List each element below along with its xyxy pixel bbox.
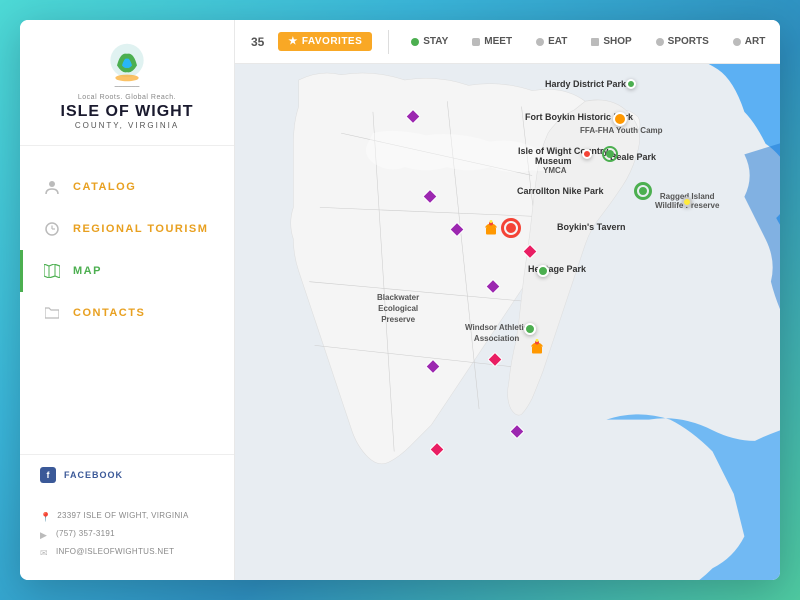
logo-tagline: Local Roots. Global Reach. [78, 94, 176, 101]
eat-label: EAT [548, 36, 567, 47]
sidebar: ────── Local Roots. Global Reach. ISLE O… [20, 20, 235, 580]
person-icon [43, 178, 61, 196]
email-text: INFO@ISLEOFWIGHTUS.NET [56, 547, 174, 557]
pin-cupcake2[interactable] [530, 339, 544, 360]
filter-eat[interactable]: EAT [530, 33, 573, 50]
pin-isle-of-wight[interactable] [602, 146, 618, 162]
pin-heritage[interactable] [537, 265, 549, 277]
address-text: 23397 ISLE OF WIGHT, VIRGINIA [57, 511, 188, 521]
logo-subtitle: COUNTY, VIRGINIA [75, 121, 179, 130]
meet-label: MEET [484, 36, 512, 47]
shop-label: SHOP [603, 36, 631, 47]
art-label: ART [745, 36, 766, 47]
email-item: ✉ INFO@ISLEOFWIGHTUS.NET [40, 547, 214, 559]
eat-dot [536, 38, 544, 46]
pin-diamond2[interactable] [423, 190, 437, 209]
facebook-icon: f [40, 467, 56, 483]
pin-windsor[interactable] [524, 323, 536, 335]
pin-isle-red[interactable] [582, 149, 592, 159]
sports-label: SPORTS [668, 36, 709, 47]
app-container: ────── Local Roots. Global Reach. ISLE O… [20, 20, 780, 580]
map-label: MAP [73, 265, 102, 277]
logo-title: ISLE OF WIGHT [61, 103, 194, 121]
svg-text:──────: ────── [114, 84, 141, 90]
favorites-count: 35 [251, 35, 264, 49]
star-icon: ★ [288, 36, 297, 47]
facebook-item[interactable]: f FACEBOOK [40, 467, 214, 483]
meet-dot [472, 38, 480, 46]
facebook-label: FACEBOOK [64, 470, 123, 480]
sidebar-logo: ────── Local Roots. Global Reach. ISLE O… [20, 20, 234, 146]
pin-cupcake1[interactable] [484, 220, 498, 241]
catalog-label: CATALOG [73, 181, 136, 193]
sidebar-contact: 📍 23397 ISLE OF WIGHT, VIRGINIA ▶ (757) … [20, 503, 234, 580]
email-icon: ✉ [40, 548, 50, 559]
top-bar: 35 ★ FAVORITES STAY MEET EAT SHOP [235, 20, 780, 64]
stay-label: STAY [423, 36, 448, 47]
phone-text: (757) 357-3191 [56, 529, 115, 539]
stay-dot [411, 38, 419, 46]
pin-fort-boykin[interactable] [613, 112, 627, 126]
shop-dot [591, 38, 599, 46]
folder-icon [43, 304, 61, 322]
contacts-label: CONTACTS [73, 307, 145, 319]
pin-diamond6[interactable] [510, 425, 524, 444]
main-content: 35 ★ FAVORITES STAY MEET EAT SHOP [235, 20, 780, 580]
pin-shop3[interactable] [430, 443, 444, 462]
art-dot [733, 38, 741, 46]
favorites-button[interactable]: ★ FAVORITES [278, 32, 372, 51]
filter-sports[interactable]: SPORTS [650, 33, 715, 50]
divider [388, 30, 389, 54]
sidebar-social: f FACEBOOK [20, 454, 234, 503]
filter-meet[interactable]: MEET [466, 33, 518, 50]
pin-shop2[interactable] [488, 353, 502, 372]
pin-diamond3[interactable] [450, 223, 464, 242]
pin-carrollton[interactable] [634, 182, 652, 200]
map-svg [235, 64, 780, 580]
phone-icon: ▶ [40, 530, 50, 541]
sidebar-item-map[interactable]: MAP [20, 250, 234, 292]
map-area[interactable]: Hardy District Park Fort Boykin Historic… [235, 64, 780, 580]
sidebar-item-catalog[interactable]: CATALOG [20, 166, 234, 208]
pin-diamond1[interactable] [406, 110, 420, 129]
filter-stay[interactable]: STAY [405, 33, 454, 50]
clock-icon [43, 220, 61, 238]
phone-item: ▶ (757) 357-3191 [40, 529, 214, 541]
map-icon [43, 262, 61, 280]
filter-shop[interactable]: SHOP [585, 33, 637, 50]
logo-graphic: ────── [102, 40, 152, 90]
location-icon: 📍 [40, 512, 51, 523]
favorites-label: FAVORITES [302, 36, 362, 47]
sidebar-item-regional-tourism[interactable]: REGIONAL TOURISM [20, 208, 234, 250]
sidebar-nav: CATALOG REGIONAL TOURISM MAP [20, 146, 234, 454]
pin-hardy[interactable] [626, 79, 636, 89]
address-item: 📍 23397 ISLE OF WIGHT, VIRGINIA [40, 511, 214, 523]
pin-diamond4[interactable] [486, 280, 500, 299]
sidebar-item-contacts[interactable]: CONTACTS [20, 292, 234, 334]
regional-tourism-label: REGIONAL TOURISM [73, 223, 208, 235]
pin-boykins[interactable] [501, 218, 521, 238]
sports-dot [656, 38, 664, 46]
pin-diamond5[interactable] [426, 360, 440, 379]
pin-shop1[interactable] [523, 245, 537, 264]
filter-art[interactable]: ART [727, 33, 772, 50]
pin-ragged[interactable] [682, 197, 692, 207]
